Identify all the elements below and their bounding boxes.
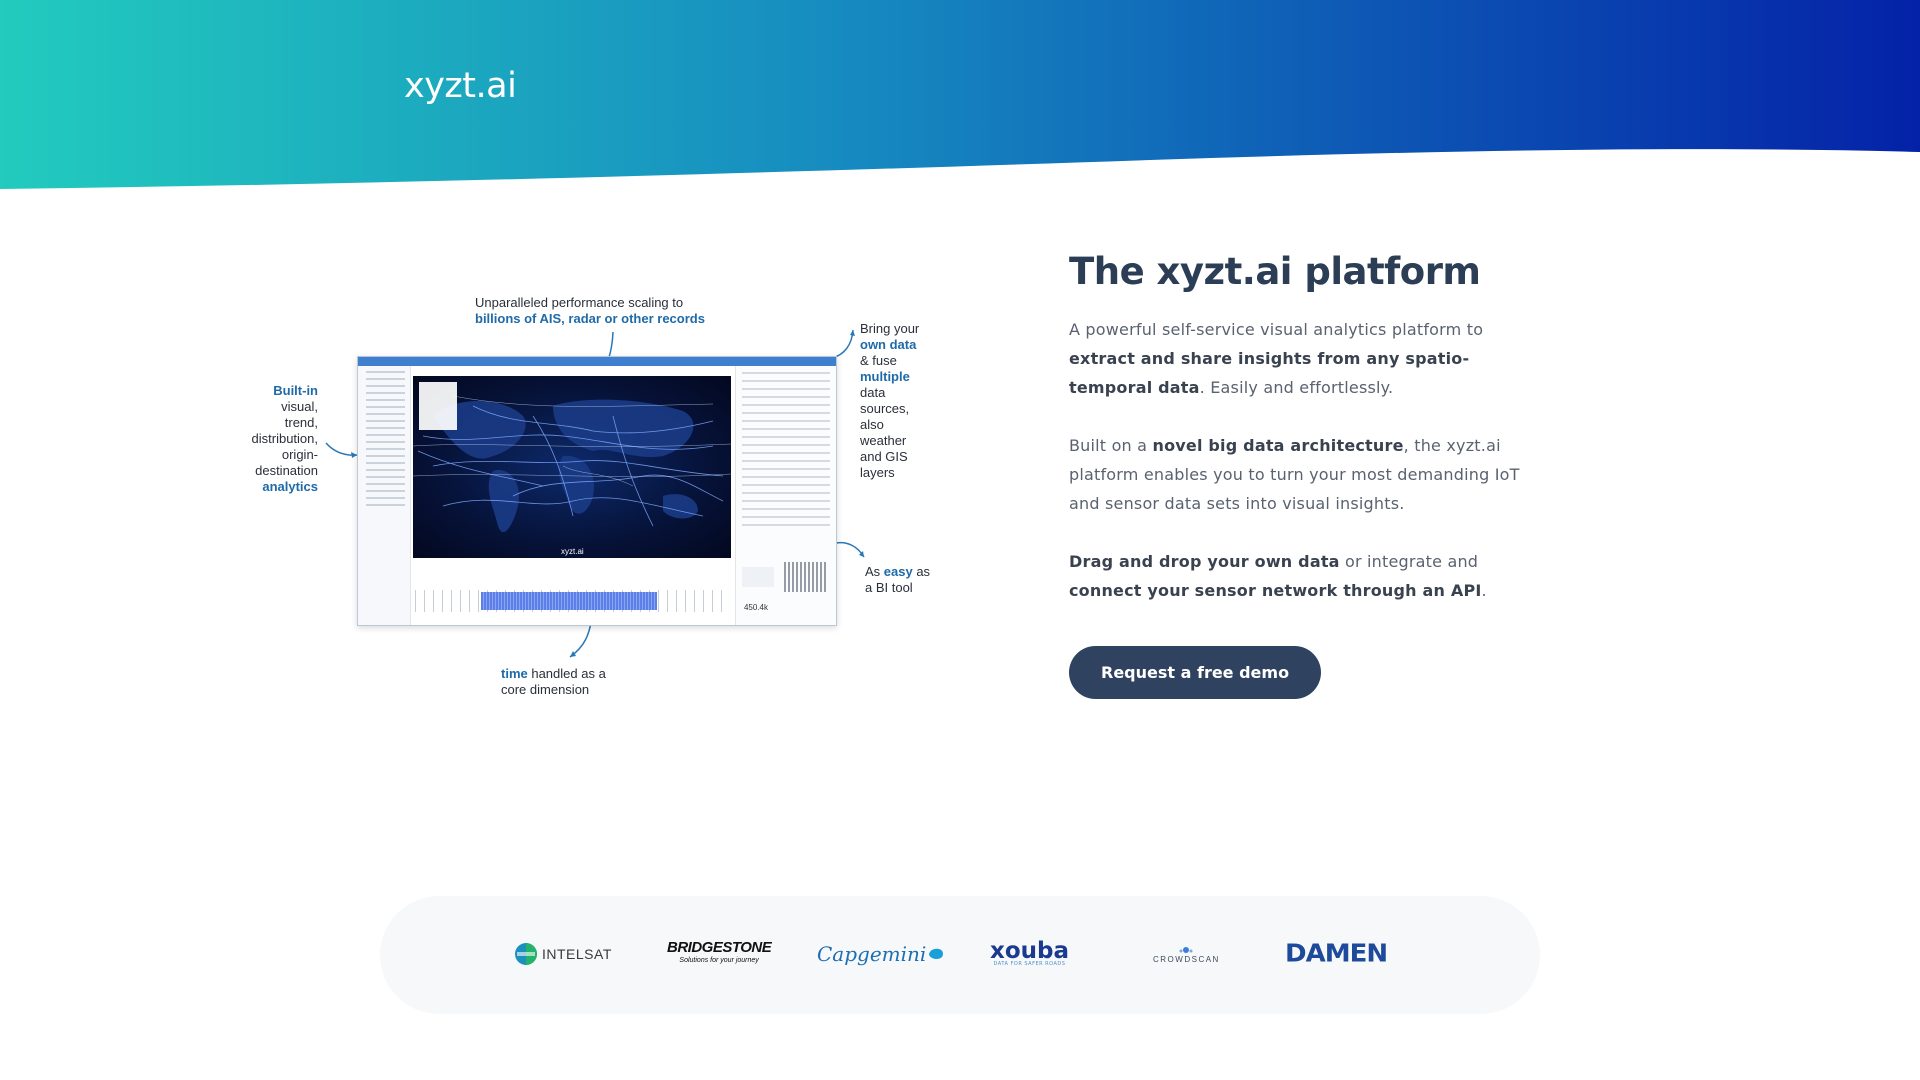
app-sidebar	[358, 366, 411, 625]
metric-value: 450.4k	[743, 603, 768, 612]
site-logo[interactable]: xyzt.ai	[404, 66, 517, 106]
platform-illustration: Unparalleled performance scaling to bill…	[240, 285, 960, 705]
platform-intro: The xyzt.ai platform A powerful self-ser…	[1069, 250, 1549, 699]
intro-paragraph-1: A powerful self-service visual analytics…	[1069, 320, 1484, 397]
client-logo-crowdscan[interactable]: CROWDSCAN	[1153, 936, 1220, 972]
crowdscan-dots-icon	[1179, 946, 1193, 953]
client-logo-damen[interactable]: DAMEN	[1285, 936, 1388, 972]
hero-banner: xyzt.ai	[0, 0, 1920, 200]
hero-gradient-wave	[0, 0, 1920, 189]
timeline-histogram	[481, 592, 657, 610]
client-logo-xouba[interactable]: xouba DATA FOR SAFER ROADS	[990, 936, 1069, 972]
map-watermark: xyzt.ai	[561, 547, 584, 556]
app-timeline	[413, 562, 731, 622]
intro-paragraph-3: Drag and drop your own data or integrate…	[1069, 552, 1487, 600]
map-legend	[419, 382, 457, 430]
intelsat-globe-icon	[515, 943, 537, 965]
capgemini-spade-icon	[929, 948, 944, 960]
client-logo-capgemini[interactable]: Capgemini	[817, 936, 945, 972]
shipping-routes	[413, 395, 731, 533]
intro-paragraph-2: Built on a novel big data architecture, …	[1069, 436, 1520, 513]
page-title: The xyzt.ai platform	[1069, 250, 1481, 293]
app-screenshot: xyzt.ai 450.4k	[357, 356, 837, 626]
distribution-chart	[784, 562, 828, 592]
client-logo-bridgestone[interactable]: BRIDGESTONE Solutions for your journey	[667, 936, 772, 972]
client-logos-strip: INTELSAT BRIDGESTONE Solutions for your …	[380, 896, 1540, 1014]
request-demo-button[interactable]: Request a free demo	[1069, 646, 1322, 699]
client-logo-intelsat[interactable]: INTELSAT	[514, 936, 612, 972]
world-map-traffic: xyzt.ai	[413, 376, 731, 558]
app-titlebar	[358, 357, 836, 366]
